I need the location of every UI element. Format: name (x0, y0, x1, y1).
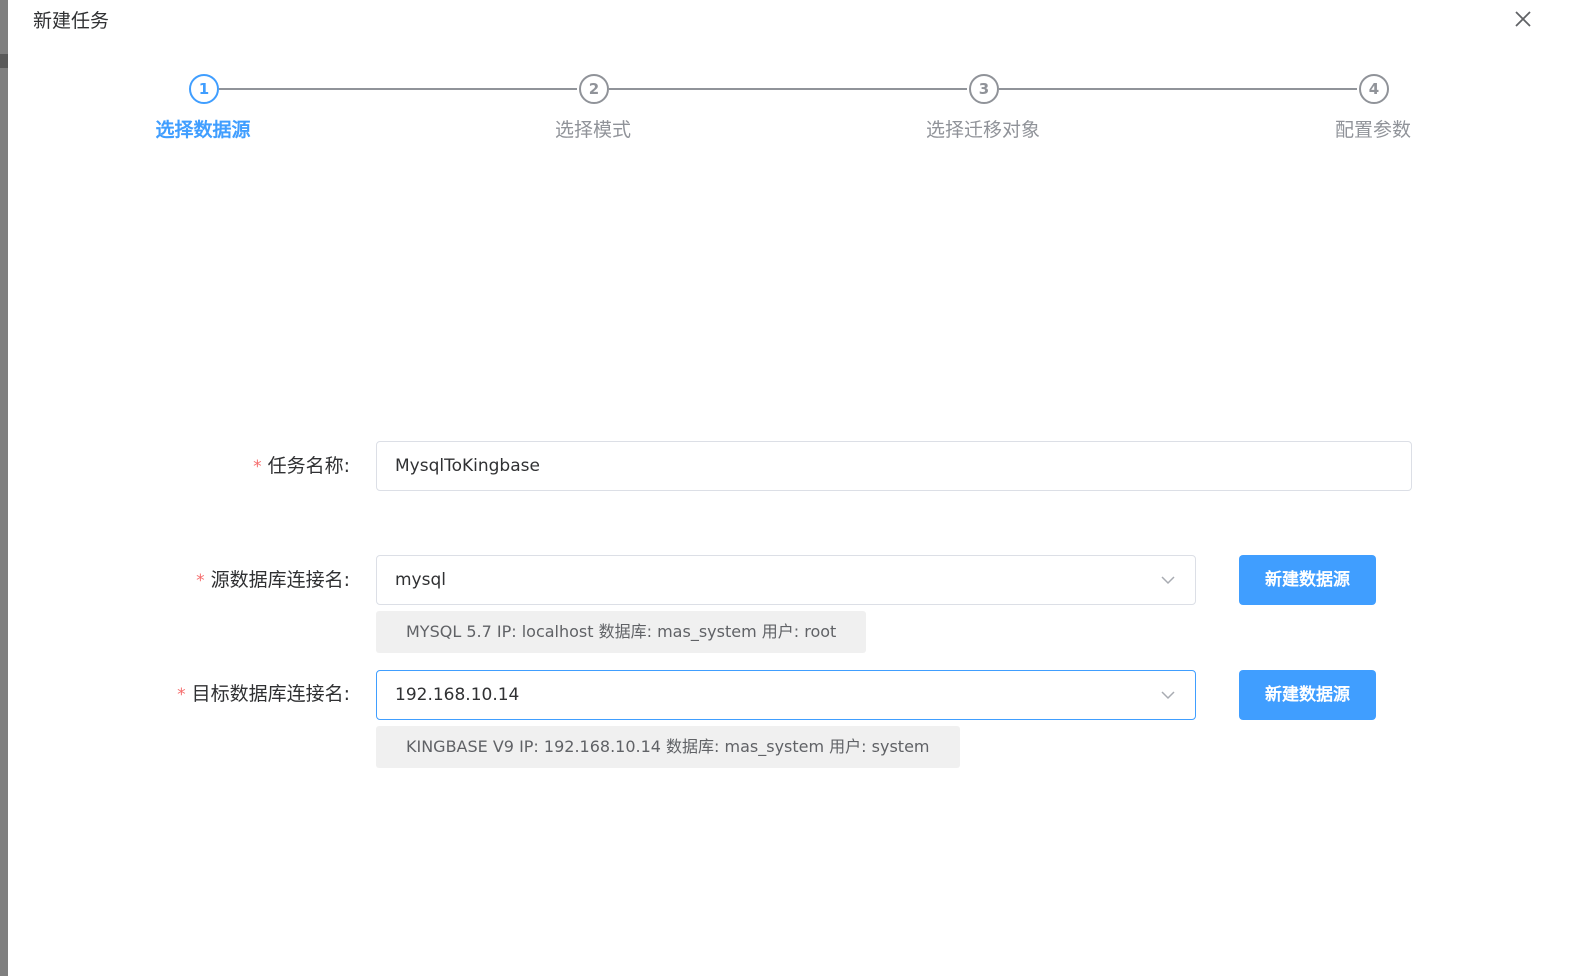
new-target-datasource-button[interactable]: 新建数据源 (1239, 670, 1376, 720)
step-3-label[interactable]: 选择迁移对象 (883, 117, 1083, 143)
source-connection-label: * 源数据库连接名: (100, 567, 350, 594)
target-connection-value: 192.168.10.14 (395, 685, 520, 705)
step-connector (609, 88, 967, 90)
step-connector (219, 88, 577, 90)
source-connection-value: mysql (395, 570, 446, 590)
close-button[interactable] (1510, 6, 1536, 32)
source-connection-label-text: 源数据库连接名: (210, 569, 350, 591)
task-name-input[interactable]: MysqlToKingbase (376, 441, 1412, 491)
target-connection-select[interactable]: 192.168.10.14 (376, 670, 1196, 720)
source-connection-select[interactable]: mysql (376, 555, 1196, 605)
overlay-notch (0, 54, 8, 68)
step-4-label[interactable]: 配置参数 (1273, 117, 1473, 143)
step-1-number[interactable]: 1 (189, 74, 219, 104)
required-mark: * (253, 457, 262, 477)
close-icon (1515, 11, 1531, 27)
dialog-title: 新建任务 (33, 10, 110, 32)
step-1-label[interactable]: 选择数据源 (103, 117, 303, 143)
required-mark: * (196, 571, 205, 591)
step-4-number[interactable]: 4 (1359, 74, 1389, 104)
source-connection-info: MYSQL 5.7 IP: localhost 数据库: mas_system … (376, 611, 867, 653)
task-name-label: * 任务名称: (100, 453, 350, 480)
task-name-label-text: 任务名称: (267, 455, 350, 477)
step-2-label[interactable]: 选择模式 (493, 117, 693, 143)
required-mark: * (177, 685, 186, 705)
step-connector (999, 88, 1357, 90)
target-connection-label: * 目标数据库连接名: (100, 681, 350, 708)
chevron-down-icon (1161, 691, 1175, 700)
step-2-number[interactable]: 2 (579, 74, 609, 104)
target-connection-label-text: 目标数据库连接名: (191, 683, 350, 705)
chevron-down-icon (1161, 576, 1175, 585)
step-3-number[interactable]: 3 (969, 74, 999, 104)
new-source-datasource-button[interactable]: 新建数据源 (1239, 555, 1376, 605)
target-connection-info: KINGBASE V9 IP: 192.168.10.14 数据库: mas_s… (376, 726, 960, 768)
steps-bar: 1 选择数据源 2 选择模式 3 选择迁移对象 4 配置参数 (0, 74, 1570, 154)
